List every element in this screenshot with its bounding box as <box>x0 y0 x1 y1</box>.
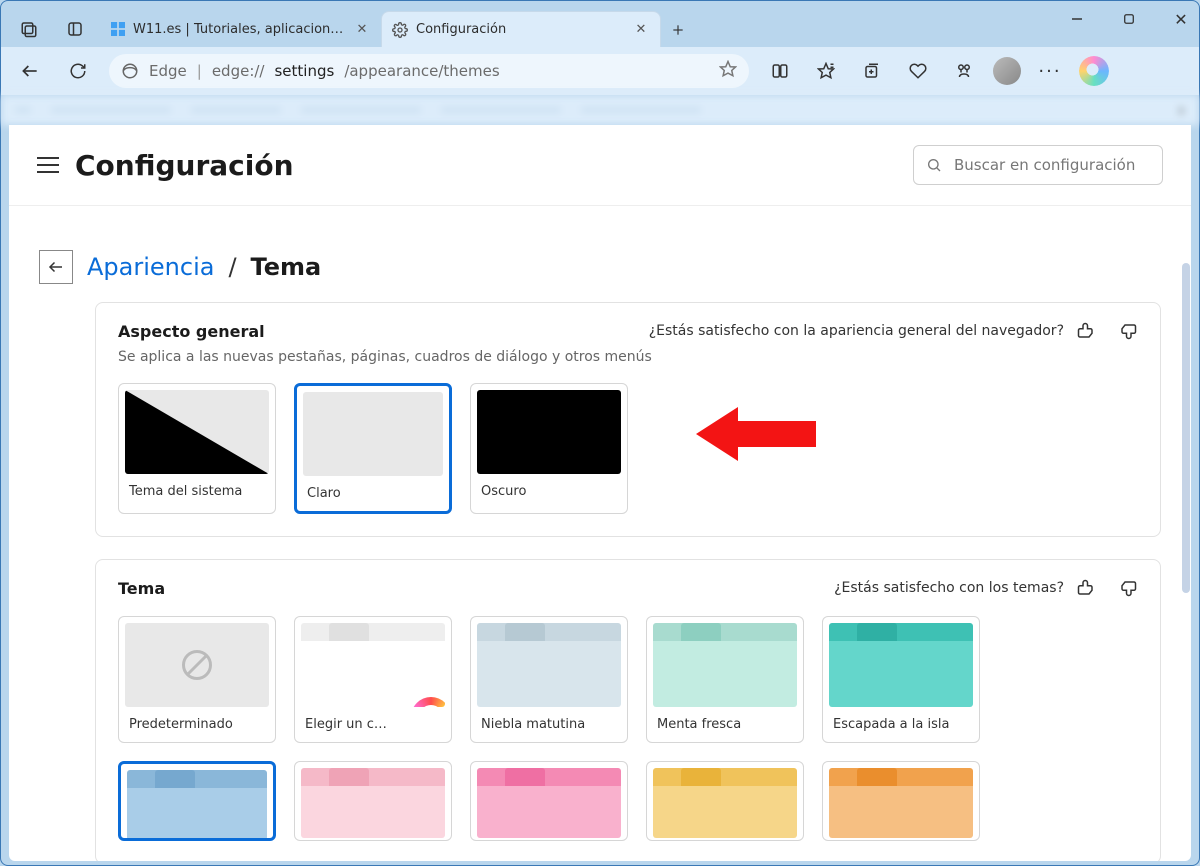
favorites-icon[interactable] <box>809 54 843 88</box>
theme-option[interactable] <box>294 761 452 841</box>
hamburger-icon[interactable] <box>37 157 59 173</box>
address-bar: Edge | edge://settings/appearance/themes… <box>1 47 1199 95</box>
bookmarks-overflow-icon[interactable]: › <box>1178 100 1185 121</box>
appearance-preview <box>125 390 269 474</box>
appearance-preview <box>303 392 443 476</box>
theme-option[interactable]: Menta fresca <box>646 616 804 743</box>
back-icon[interactable] <box>13 54 47 88</box>
annotation-arrow-icon <box>696 407 816 461</box>
search-icon <box>926 157 942 173</box>
collections-icon[interactable] <box>855 54 889 88</box>
avatar[interactable] <box>993 57 1021 85</box>
section-title: Aspecto general <box>118 322 265 341</box>
close-tab-icon[interactable]: ✕ <box>353 20 371 38</box>
tab-label: W11.es | Tutoriales, aplicaciones y <box>133 22 345 37</box>
browser-tab-active[interactable]: Configuración ✕ <box>381 11 661 47</box>
appearance-option-label: Claro <box>297 482 449 511</box>
url-input[interactable]: Edge | edge://settings/appearance/themes <box>109 54 749 88</box>
tab-strip: W11.es | Tutoriales, aplicaciones y ✕ Co… <box>101 1 1189 47</box>
theme-option[interactable] <box>118 761 276 841</box>
theme-preview <box>653 623 797 707</box>
feedback-question: ¿Estás satisfecho con la apariencia gene… <box>649 323 1064 339</box>
refresh-icon[interactable] <box>61 54 95 88</box>
theme-preview <box>127 770 267 840</box>
theme-option-label: Elegir un c… <box>295 713 451 742</box>
url-scheme-label: Edge <box>149 62 187 80</box>
thumbs-up-icon[interactable] <box>1076 578 1096 598</box>
theme-option-label: Menta fresca <box>647 713 803 742</box>
browser-tab[interactable]: W11.es | Tutoriales, aplicaciones y ✕ <box>101 11 381 47</box>
settings-page: Configuración Buscar en configuración Ap… <box>9 125 1191 861</box>
appearance-preview <box>477 390 621 474</box>
theme-preview <box>653 768 797 838</box>
page-scrollbar[interactable] <box>1179 125 1191 861</box>
section-aspect: Aspecto general ¿Estás satisfecho con la… <box>95 302 1161 537</box>
tab-actions-icon[interactable] <box>11 11 47 47</box>
theme-option[interactable]: Niebla matutina <box>470 616 628 743</box>
close-tab-icon[interactable]: ✕ <box>632 21 650 39</box>
appearance-option-light[interactable]: Claro <box>294 383 452 514</box>
theme-preview: ✎ <box>301 623 445 707</box>
breadcrumb-parent-link[interactable]: Apariencia <box>87 253 214 281</box>
theme-preview <box>125 623 269 707</box>
breadcrumb-separator: / <box>228 253 236 281</box>
theme-option[interactable] <box>646 761 804 841</box>
browser-titlebar: W11.es | Tutoriales, aplicaciones y ✕ Co… <box>1 1 1199 47</box>
breadcrumb-back-button[interactable] <box>39 250 73 284</box>
breadcrumb-current: Tema <box>251 253 322 281</box>
tab-label: Configuración <box>416 22 624 37</box>
theme-preview <box>477 623 621 707</box>
thumbs-up-icon[interactable] <box>1076 321 1096 341</box>
section-theme: Tema ¿Estás satisfecho con los temas? Pr… <box>95 559 1161 861</box>
vertical-tabs-icon[interactable] <box>57 11 93 47</box>
appearance-option-label: Oscuro <box>471 480 627 509</box>
breadcrumb: Apariencia / Tema <box>39 226 1161 302</box>
theme-option[interactable] <box>822 761 980 841</box>
window-minimize-icon[interactable] <box>1065 7 1089 31</box>
bookmarks-bar[interactable]: › <box>1 95 1199 125</box>
theme-option-label: Niebla matutina <box>471 713 627 742</box>
window-maximize-icon[interactable] <box>1117 7 1141 31</box>
search-placeholder: Buscar en configuración <box>954 156 1135 174</box>
feedback-question: ¿Estás satisfecho con los temas? <box>834 580 1064 596</box>
theme-option-label: Escapada a la isla <box>823 713 979 742</box>
theme-preview <box>829 623 973 707</box>
more-icon[interactable]: ··· <box>1033 54 1067 88</box>
window-close-icon[interactable]: ✕ <box>1169 7 1193 31</box>
new-tab-button[interactable] <box>661 13 695 47</box>
theme-option[interactable]: Predeterminado <box>118 616 276 743</box>
settings-search-input[interactable]: Buscar en configuración <box>913 145 1163 185</box>
settings-header: Configuración Buscar en configuración <box>9 125 1191 206</box>
theme-preview <box>477 768 621 838</box>
windows-logo-icon <box>111 22 125 36</box>
scrollbar-thumb[interactable] <box>1182 263 1190 593</box>
heart-icon[interactable] <box>901 54 935 88</box>
appearance-option-system[interactable]: Tema del sistema <box>118 383 276 514</box>
appearance-option-label: Tema del sistema <box>119 480 275 509</box>
section-description: Se aplica a las nuevas pestañas, páginas… <box>118 349 1138 365</box>
theme-preview <box>301 768 445 838</box>
url-segment: /appearance/themes <box>344 62 499 80</box>
theme-option[interactable]: Escapada a la isla <box>822 616 980 743</box>
section-title: Tema <box>118 579 165 598</box>
copilot-icon[interactable] <box>1079 56 1109 86</box>
favorite-star-icon[interactable] <box>719 60 737 82</box>
url-segment: edge:// <box>212 62 265 80</box>
theme-option[interactable]: ✎ Elegir un c… <box>294 616 452 743</box>
split-screen-icon[interactable] <box>763 54 797 88</box>
thumbs-down-icon[interactable] <box>1118 321 1138 341</box>
edge-logo-icon <box>121 62 139 80</box>
theme-preview <box>829 768 973 838</box>
theme-option[interactable] <box>470 761 628 841</box>
extensions-icon[interactable] <box>947 54 981 88</box>
appearance-option-dark[interactable]: Oscuro <box>470 383 628 514</box>
gear-icon <box>392 22 408 38</box>
theme-option-label: Predeterminado <box>119 713 275 742</box>
page-title: Configuración <box>75 149 294 182</box>
url-segment: settings <box>274 62 334 80</box>
thumbs-down-icon[interactable] <box>1118 578 1138 598</box>
